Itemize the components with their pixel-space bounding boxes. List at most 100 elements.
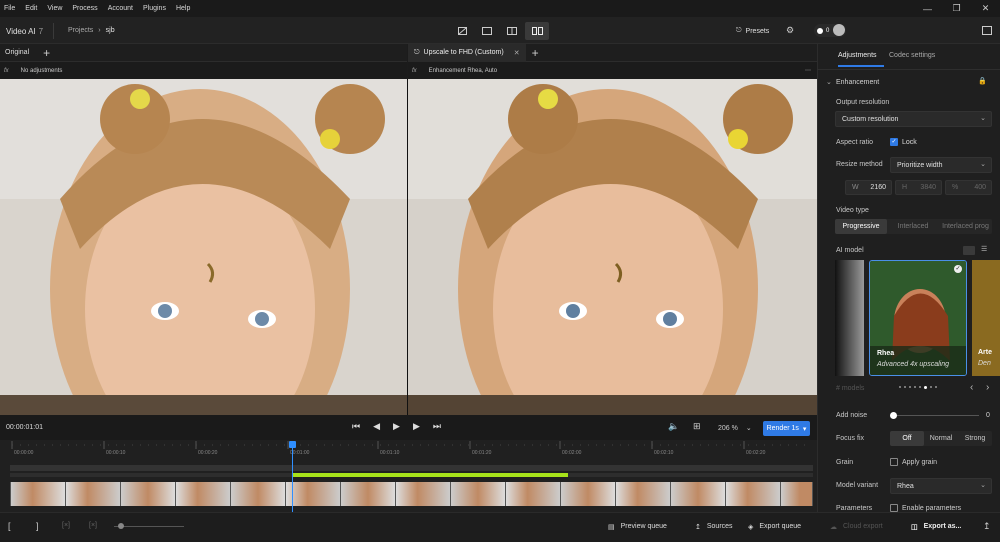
video-type-progressive[interactable]: Progressive [835, 219, 887, 234]
frame-thumbnail [66, 482, 120, 506]
original-viewer[interactable] [0, 79, 407, 415]
zoom-select[interactable]: 206 % ⌄ [718, 424, 752, 432]
carousel-dots[interactable] [899, 386, 937, 389]
focus-strong[interactable]: Strong [958, 431, 992, 446]
skip-end-icon[interactable]: ⏭ [433, 421, 441, 432]
mark-out-icon[interactable]: ] [36, 521, 39, 531]
gear-icon[interactable]: ⚙ [786, 25, 794, 36]
restore-icon[interactable]: ❐ [942, 0, 971, 17]
export-queue-button[interactable]: ◈ Export queue [748, 523, 801, 531]
menu-account[interactable]: Account [103, 5, 138, 12]
enhancement-summary: Enhancement Rhea, Auto [428, 67, 498, 74]
ruler-label: 00:02:20 [746, 450, 766, 456]
preview-track[interactable] [10, 465, 813, 471]
chevron-left-icon[interactable]: ‹ [970, 382, 973, 393]
cloud-export-label: Cloud export [843, 523, 883, 530]
menu-edit[interactable]: Edit [20, 5, 42, 12]
app-title: Video AI 7 [6, 27, 43, 36]
slider-handle[interactable] [890, 412, 897, 419]
list-view-icon[interactable]: ☰ [981, 245, 987, 253]
checkbox-icon [890, 504, 898, 512]
close-icon[interactable]: ✕ [971, 0, 1000, 17]
presets-button[interactable]: ⎋ Presets [736, 27, 769, 35]
video-type-interlaced[interactable]: Interlaced [887, 219, 939, 234]
crop-icon[interactable]: ⊞ [693, 421, 701, 432]
aspect-ratio-label: Aspect ratio [836, 139, 873, 146]
slider-handle[interactable] [118, 523, 124, 529]
step-back-icon[interactable]: ◀ [373, 421, 380, 432]
model-variant-select[interactable]: Rhea ⌄ [890, 478, 992, 494]
resize-method-select[interactable]: Prioritize width ⌄ [890, 157, 992, 173]
split-view-icon[interactable] [500, 22, 524, 40]
lock-label: Lock [902, 138, 917, 146]
minimize-icon[interactable]: — [913, 0, 942, 17]
menu-view[interactable]: View [42, 5, 67, 12]
side-by-side-view-icon[interactable] [525, 22, 549, 40]
playhead-handle[interactable] [289, 441, 296, 448]
collapse-chevron-icon[interactable]: ⌄ [826, 78, 832, 86]
enhanced-tab-label: Upscale to FHD (Custom) [423, 49, 504, 56]
dot-icon [899, 386, 901, 388]
lock-checkbox[interactable]: ✓ Lock [890, 138, 917, 146]
go-to-in-icon[interactable]: [×] [62, 522, 70, 529]
apply-grain-checkbox[interactable]: Apply grain [890, 458, 937, 466]
export-as-button[interactable]: ◫ Export as... [911, 523, 961, 531]
cloud-export-button[interactable]: ☁ Cloud export [830, 523, 883, 531]
section-enhancement[interactable]: Enhancement [836, 79, 879, 86]
preview-queue-button[interactable]: ▤ Preview queue [608, 523, 667, 531]
panel-toggle-icon[interactable] [982, 26, 992, 35]
playhead[interactable] [292, 441, 293, 512]
video-type-segmented: Progressive Interlaced Interlaced prog [835, 219, 992, 234]
add-icon[interactable]: + [532, 46, 539, 60]
export-queue-label: Export queue [759, 523, 802, 530]
single-view-icon[interactable] [450, 22, 474, 40]
enhanced-tab[interactable]: ⎋ Upscale to FHD (Custom) ✕ [408, 43, 526, 62]
width-field[interactable]: W 2160 [845, 180, 892, 195]
close-tab-icon[interactable]: ✕ [514, 49, 520, 57]
render-button[interactable]: Render 1s ▾ [763, 421, 810, 436]
add-icon[interactable]: + [43, 46, 50, 60]
ruler-label: 00:00:10 [106, 450, 126, 456]
enable-parameters-checkbox[interactable]: Enable parameters [890, 504, 961, 512]
share-icon[interactable]: ↥ [983, 521, 991, 532]
model-card-prev[interactable] [835, 260, 864, 376]
chevron-right-icon[interactable]: › [986, 382, 989, 393]
menu-file[interactable]: File [0, 5, 20, 12]
menu-process[interactable]: Process [67, 5, 102, 12]
menu-help[interactable]: Help [171, 5, 195, 12]
tag-icon: ⎋ [414, 48, 420, 56]
menu-plugins[interactable]: Plugins [138, 5, 171, 12]
go-to-out-icon[interactable]: [×] [89, 522, 97, 529]
lock-icon[interactable]: 🔒 [978, 77, 987, 85]
model-card-next[interactable]: Arte Den [972, 260, 1000, 376]
grid-view-icon[interactable] [963, 246, 975, 255]
video-type-interlaced-prog[interactable]: Interlaced prog [939, 219, 992, 234]
original-pane-header: Original + [0, 44, 407, 62]
skip-start-icon[interactable]: ⏮ [352, 421, 360, 432]
volume-icon[interactable]: 🔈 [668, 421, 679, 432]
mark-in-icon[interactable]: [ [8, 521, 11, 531]
step-forward-icon[interactable]: ▶ [413, 421, 420, 432]
focus-off[interactable]: Off [890, 431, 924, 446]
dot-icon [909, 386, 911, 388]
output-resolution-select[interactable]: Custom resolution ⌄ [835, 111, 992, 127]
timeline-zoom-slider[interactable] [114, 526, 184, 527]
sources-button[interactable]: ↥ Sources [695, 523, 733, 531]
enhanced-pane-header: ⎋ Upscale to FHD (Custom) ✕ + [408, 43, 817, 62]
grain-label: Grain [836, 459, 854, 466]
tab-adjustments[interactable]: Adjustments [838, 52, 877, 59]
focus-normal[interactable]: Normal [924, 431, 958, 446]
add-noise-slider[interactable] [893, 415, 979, 416]
model-variant-value: Rhea [897, 482, 914, 490]
breadcrumb-projects[interactable]: Projects [68, 27, 93, 34]
original-tab[interactable]: Original [0, 49, 29, 56]
enhanced-viewer[interactable] [408, 79, 817, 415]
breadcrumb-current[interactable]: sjb [106, 27, 115, 34]
play-icon[interactable]: ▶ [393, 421, 400, 432]
tab-codec-settings[interactable]: Codec settings [889, 52, 935, 59]
avatar[interactable] [833, 24, 845, 36]
frame-thumbnail [616, 482, 670, 506]
fullscreen-view-icon[interactable] [475, 22, 499, 40]
model-card-rhea[interactable]: ✓ Rhea Advanced 4x upscaling [869, 260, 967, 376]
more-icon[interactable]: ⋯ [805, 67, 811, 74]
